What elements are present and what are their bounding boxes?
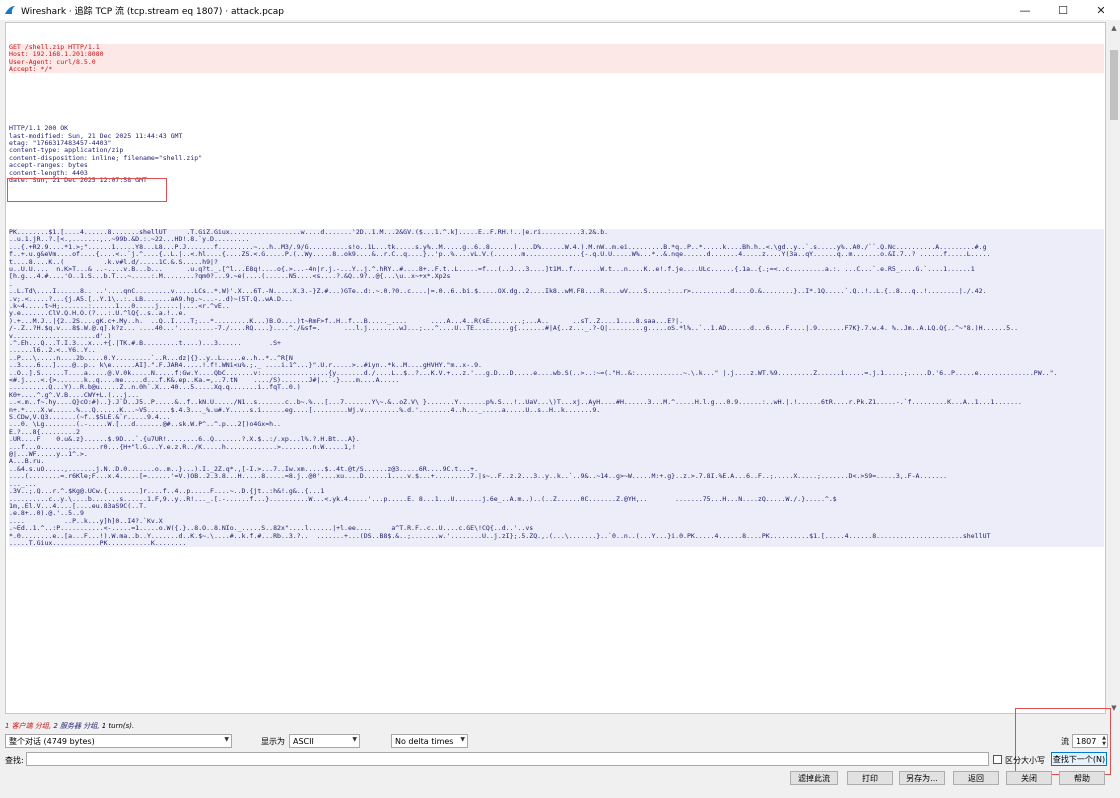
print-button[interactable]: 打印: [847, 771, 893, 785]
stream-line: User-Agent: curl/8.5.0: [9, 58, 1104, 67]
conversation-select-value: 整个对话 (4749 bytes): [9, 736, 95, 746]
stream-line: [h.g...4.#....'O..1.S...b.T...~.....:.M.…: [9, 272, 1104, 281]
scroll-up-arrow-icon[interactable]: ▲: [1108, 22, 1120, 34]
close-window-button[interactable]: ✕: [1082, 0, 1120, 20]
chevron-down-icon: ▼: [460, 736, 465, 743]
stream-line: .e.8+..0).@.'..5..9: [9, 509, 1104, 518]
minimize-button[interactable]: —: [1006, 0, 1044, 20]
find-input[interactable]: [26, 752, 989, 766]
stream-line: n+.*....X.w......%...Q......K...~V5.....…: [9, 406, 1104, 415]
stream-line: /-.Z..?H.$q.v...8$.W.@.q].k?z... ....40.…: [9, 324, 1104, 333]
stream-line: content-disposition: inline; filename="s…: [9, 153, 203, 162]
case-sensitive-checkbox[interactable]: [993, 755, 1002, 764]
back-button[interactable]: 返回: [953, 771, 999, 785]
show-as-label: 显示为: [261, 737, 285, 746]
stream-number-value: 1807: [1076, 736, 1097, 746]
find-label: 查找:: [5, 756, 24, 765]
response-header-block: HTTP/1.1 200 OK last-modified: Sun, 21 De…: [9, 124, 1104, 185]
stream-line: ....(........=.r6Kle;F...x.4.....[=.....…: [9, 472, 1104, 481]
chevron-down-icon: ▼: [352, 736, 357, 743]
vertical-scrollbar[interactable]: ▲ ▼: [1108, 22, 1120, 714]
chevron-down-icon: ▼: [224, 736, 229, 743]
stream-line: Accept: */*: [9, 65, 1104, 74]
stream-line: content-length: 4403: [9, 168, 88, 177]
packet-summary: 1 客户端 分组, 2 服务器 分组, 1 turn(s).: [5, 721, 134, 731]
stream-line: ...f...o.......,.......r0...{H+"l.G...Y.…: [9, 443, 1104, 452]
show-as-select[interactable]: ASCII ▼: [289, 734, 360, 748]
server-packets-text: 2 服务器 分组,: [53, 722, 100, 730]
stream-line: last-modified: Sun, 21 Dec 2025 11:44:43…: [9, 131, 183, 140]
stream-line: @|...WF.....y..1^.>.: [9, 450, 1104, 459]
show-as-value: ASCII: [293, 736, 314, 746]
stream-line: accept-ranges: bytes: [9, 161, 88, 170]
stream-line: ..........Q...Y)..R.b@u.....Z..n.0h`.X..…: [9, 384, 1104, 392]
stream-label: 流: [1061, 737, 1069, 746]
delta-times-select[interactable]: No delta times ▼: [391, 734, 468, 748]
stream-line: 1m,.El.V...4....[....eu.83aS9C(..T.: [9, 502, 1104, 511]
scroll-thumb[interactable]: [1110, 50, 1118, 120]
response-body-block: PK........$1.[....4......8.......shellUT…: [9, 228, 1104, 548]
stream-content-pane[interactable]: GET /shell.zip HTTP/1.1 Host: 192.168.1.2…: [5, 22, 1106, 714]
annotation-box-pk-header: [7, 178, 167, 202]
spin-arrows-icon[interactable]: ▲ ▼: [1102, 735, 1106, 747]
wireshark-fin-icon: [5, 6, 15, 14]
stream-line: ...0. \Lg........(.-.....W.[...d.......@…: [9, 421, 1104, 429]
title-bar: Wireshark · 追踪 TCP 流 (tcp.stream eq 1807…: [0, 0, 1120, 20]
stream-line: etag: "1766317483457-4403": [9, 139, 112, 148]
stream-line: GET /shell.zip HTTP/1.1: [9, 43, 1104, 52]
filter-out-stream-button[interactable]: 滤掉此流: [790, 771, 838, 785]
follow-tcp-stream-window: Wireshark · 追踪 TCP 流 (tcp.stream eq 1807…: [0, 0, 1120, 798]
help-button[interactable]: 帮助: [1059, 771, 1105, 785]
conversation-select[interactable]: 整个对话 (4749 bytes) ▼: [5, 734, 232, 748]
case-sensitive-label: 区分大小写: [1005, 756, 1045, 765]
close-button[interactable]: 关闭: [1006, 771, 1052, 785]
stream-line: ..........c..y.\....b.......s......1.F,9…: [9, 495, 1104, 503]
find-next-button[interactable]: 查找下一个(N): [1051, 752, 1107, 766]
request-block: GET /shell.zip HTTP/1.1 Host: 192.168.1.2…: [9, 43, 1104, 74]
stream-number-spinbox[interactable]: 1807 ▲ ▼: [1072, 734, 1108, 748]
stream-line: .^.Eh...Q...T.I.3...x...+{.|TK.#.B......…: [9, 339, 1104, 348]
save-as-button[interactable]: 另存为...: [899, 771, 945, 785]
stream-line: date: Sun, 21 Dec 2025 12:07:58 GMT: [9, 176, 147, 185]
maximize-button[interactable]: ☐: [1044, 0, 1082, 20]
stream-line: Host: 192.168.1.201:8080: [9, 50, 1104, 59]
client-packets-text: 1 客户端 分组,: [5, 722, 52, 730]
delta-times-value: No delta times: [395, 736, 454, 746]
stream-text: GET /shell.zip HTTP/1.1 Host: 192.168.1.2…: [9, 29, 1104, 562]
window-title: Wireshark · 追踪 TCP 流 (tcp.stream eq 1807…: [21, 6, 284, 17]
stream-line: .....T.Giux............PK...........K...…: [9, 539, 1104, 548]
turns-text: 1 turn(s).: [101, 722, 135, 730]
